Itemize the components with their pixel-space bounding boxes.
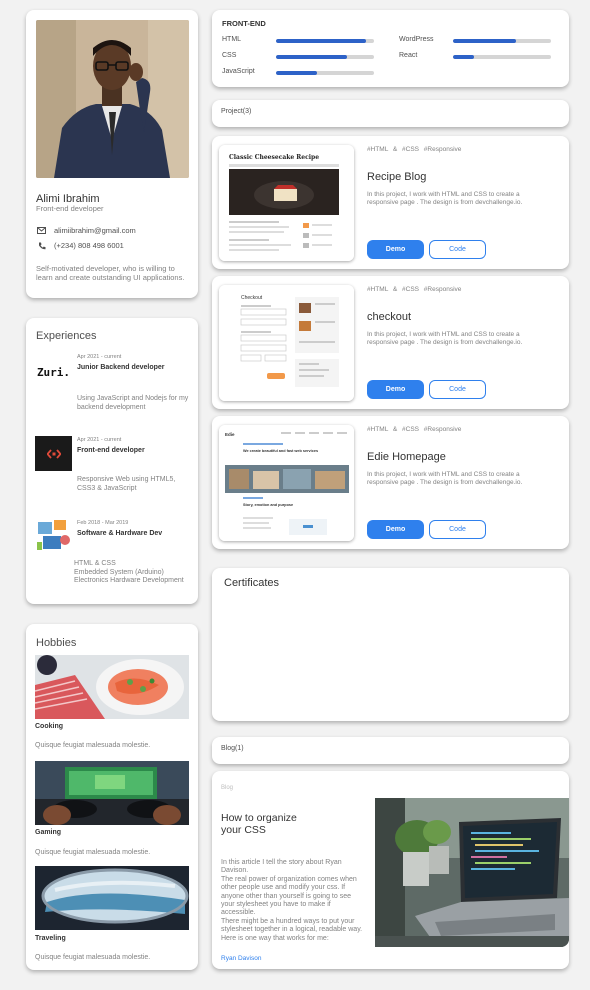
mail-icon [36,227,47,234]
hobby-title: Cooking [35,723,63,730]
project-title: checkout [367,311,412,323]
skill-bar [453,55,551,59]
skills-title: FRONT-END [222,19,266,28]
skill-bar-fill [276,39,367,43]
project-title: Recipe Blog [367,171,427,183]
hobbies-title: Hobbies [36,637,77,649]
project-desc: In this project, I work with HTML and CS… [367,191,523,206]
blog-text: In this article I tell the story about R… [221,859,363,942]
profile-bio: Self-motivated developer, who is willing… [36,264,185,282]
blog-card: Blog How to organize your CSS In this ar… [212,771,569,969]
blog-label: Blog [221,785,234,791]
experiences-title: Experiences [36,330,97,342]
project-tags: #HTML & #CSS #Responsive [367,426,462,433]
code-logo [35,436,72,471]
experience-desc: Using JavaScript and Nodejs for my backe… [77,395,189,411]
project-tags: #HTML & #CSS #Responsive [367,146,462,153]
experience-title: Software & Hardware Dev [77,530,163,537]
project-card: Edie We create beautiful and fast web se… [212,416,569,549]
code-button[interactable]: Code [429,240,486,259]
certificates-card: Certificates [212,568,569,721]
blog-header: Blog(1) [212,737,569,764]
email-text: alimiibrahim@gmail.com [54,226,136,235]
project-desc: In this project, I work with HTML and CS… [367,331,523,346]
experience-title: Front-end developer [77,447,145,454]
code-button[interactable]: Code [429,380,486,399]
skill-bar [453,39,551,43]
experience-desc: HTML & CSS Embedded System (Arduino) Ele… [74,560,184,584]
project-card: Checkout #HTML & #CSS #Responsive checko… [212,276,569,409]
hobby-desc: Quisque feugiat malesuada molestie. [35,742,151,749]
skill-bar [276,71,374,75]
phone-icon [36,242,47,250]
hardware-logo [35,518,72,553]
svg-text:Checkout: Checkout [241,295,263,301]
profile-role: Front-end developer [36,204,104,213]
svg-text:Story, emotion and purpose: Story, emotion and purpose [243,503,293,507]
hobbies-card: Hobbies Cooking Quisque feugiat malesuad… [26,624,198,970]
projects-header: Project(3) [212,100,569,127]
experience-title: Junior Backend developer [77,364,165,371]
blog-image [375,798,569,947]
certificates-title: Certificates [224,577,280,589]
experience-desc: Responsive Web using HTML5, CSS3 & JavaS… [77,476,176,492]
code-button[interactable]: Code [429,520,486,539]
experience-date: Apr 2021 - current [77,437,122,443]
demo-button[interactable]: Demo [367,240,424,259]
skill-label: WordPress [399,36,434,43]
hobby-desc: Quisque feugiat malesuada molestie. [35,849,151,856]
skill-label: React [399,52,418,59]
profile-card: Alimi Ibrahim Front-end developer alimii… [26,10,198,298]
skill-bar [276,39,374,43]
gaming-image [35,761,189,825]
skill-bar-fill [453,39,516,43]
svg-text:Edie: Edie [225,432,235,437]
project-tags: #HTML & #CSS #Responsive [367,286,462,293]
project-title: Edie Homepage [367,451,446,463]
hobby-title: Gaming [35,829,62,836]
zuri-logo: Zuri. [36,366,71,379]
skill-label: JavaScript [222,68,255,75]
experience-date: Feb 2018 - Mar 2019 [77,520,129,526]
project-thumbnail[interactable]: Classic Cheesecake Recipe [219,145,354,261]
skills-card: FRONT-END HTML CSS JavaScript WordPress … [212,10,569,87]
demo-button[interactable]: Demo [367,380,424,399]
traveling-image [35,866,189,930]
profile-photo [36,20,189,178]
blog-title[interactable]: How to organize your CSS [221,812,311,836]
blog-count: Blog(1) [221,745,244,752]
skill-label: CSS [222,52,237,59]
demo-button[interactable]: Demo [367,520,424,539]
project-card: Classic Cheesecake Recipe #HTML & #CSS #… [212,136,569,269]
phone-row[interactable]: (+234) 808 498 6001 [36,241,124,250]
experience-date: Apr 2021 - current [77,354,122,360]
cooking-image [35,655,189,719]
blog-author-link[interactable]: Ryan Davison [221,955,261,962]
svg-text:Classic Cheesecake Recipe: Classic Cheesecake Recipe [229,154,319,161]
hobby-desc: Quisque feugiat malesuada molestie. [35,954,151,961]
skill-bar-fill [276,55,347,59]
hobby-title: Traveling [35,935,66,942]
skill-bar-fill [453,55,474,59]
svg-text:We create beautiful and fast w: We create beautiful and fast web service… [243,449,318,453]
skill-bar [276,55,374,59]
skill-label: HTML [222,36,242,43]
project-thumbnail[interactable]: Edie We create beautiful and fast web se… [219,425,354,541]
projects-count: Project(3) [221,108,252,115]
phone-text: (+234) 808 498 6001 [54,241,124,250]
experiences-card: Experiences Zuri. Apr 2021 - current Jun… [26,318,198,604]
email-row[interactable]: alimiibrahim@gmail.com [36,226,136,235]
project-desc: In this project, I work with HTML and CS… [367,471,523,486]
skill-bar-fill [276,71,318,75]
project-thumbnail[interactable]: Checkout [219,285,354,401]
